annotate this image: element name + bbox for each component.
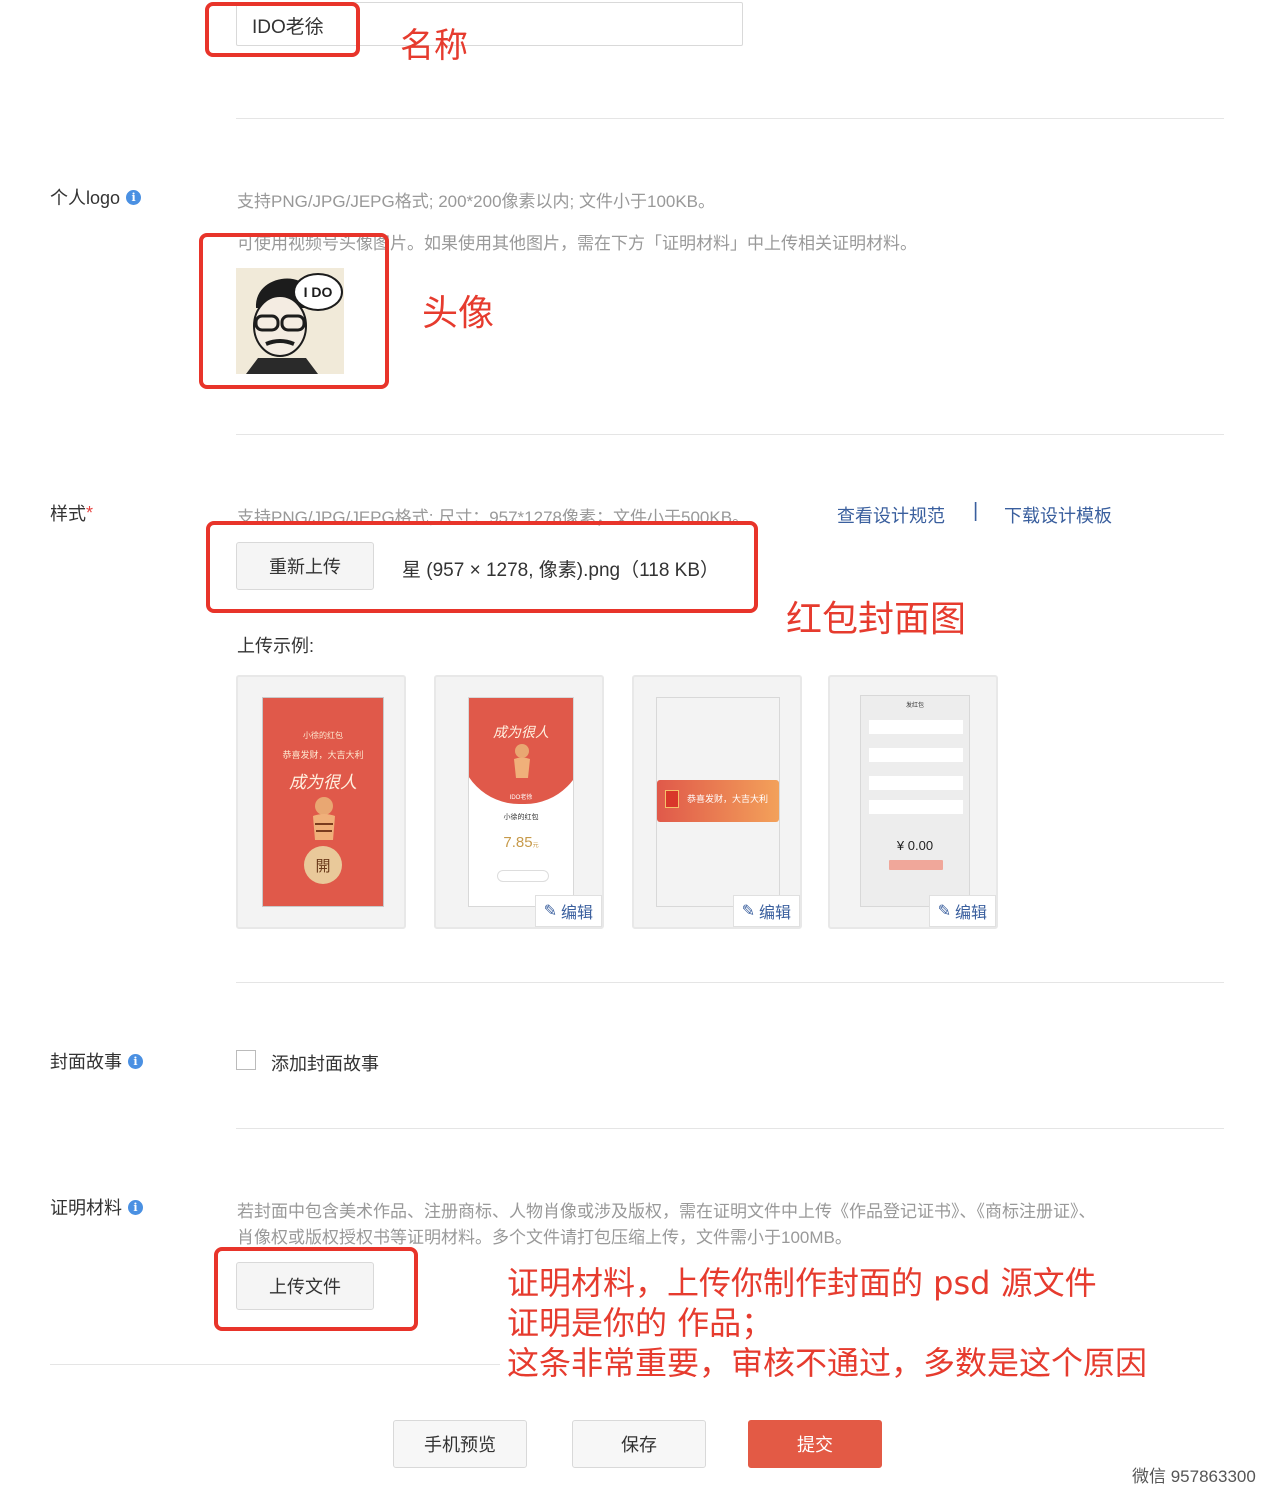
example-card-chat: 恭喜发财，大吉大利 ✎ 编辑 (632, 675, 802, 929)
phone-preview-button[interactable]: 手机预览 (393, 1420, 527, 1468)
pencil-icon: ✎ (937, 903, 951, 920)
example-detail-pill (497, 870, 549, 882)
example-detail-amount: 7.85元 (469, 834, 573, 852)
example-send-field-3 (869, 776, 963, 790)
name-annotation: 名称 (400, 26, 468, 66)
example-card-cover: 小徐的红包 恭喜发财，大吉大利 成为很人 開 (236, 675, 406, 929)
edit-button[interactable]: ✎ 编辑 (732, 895, 800, 927)
style-label: 样式 (50, 504, 86, 524)
style-row-label: 样式 * (50, 500, 93, 526)
example-detail-name: IDO老徐 (509, 795, 533, 801)
example-send-amount: ¥ 0.00 (896, 838, 934, 853)
divider-1 (236, 118, 1224, 119)
save-button[interactable]: 保存 (572, 1420, 706, 1468)
required-mark: * (86, 502, 94, 523)
proof-row-label: 证明材料 i (50, 1194, 143, 1220)
divider-5 (50, 1364, 500, 1365)
pencil-icon: ✎ (543, 903, 557, 920)
proof-hint-line-2: 肖像权或版权授权书等证明材料。多个文件请打包压缩上传，文件需小于100MB。 (237, 1228, 852, 1247)
logo-hint-format: 支持PNG/JPG/JEPG格式; 200*200像素以内; 文件小于100KB… (237, 192, 716, 211)
cover-highlight-box (206, 521, 758, 613)
logo-label: 个人logo (50, 188, 121, 208)
avatar-annotation: 头像 (422, 293, 495, 334)
divider-3 (236, 982, 1224, 983)
avatar-highlight-box (199, 233, 389, 389)
story-checkbox-label[interactable]: 添加封面故事 (271, 1050, 379, 1076)
watermark: 微信 957863300 (1132, 1467, 1256, 1486)
proof-annotation-line-3: 这条非常重要，审核不通过，多数是这个原因 (507, 1344, 1148, 1382)
edit-label: 编辑 (758, 905, 791, 922)
divider-2 (236, 434, 1224, 435)
info-icon[interactable]: i (126, 189, 142, 205)
tiger-illustration-small (514, 744, 530, 778)
tiger-illustration (313, 797, 335, 840)
example-label: 上传示例: (237, 636, 315, 656)
pencil-icon: ✎ (741, 903, 755, 920)
example-cover-title: 小徐的红包 (303, 731, 343, 740)
example-chat-wish: 恭喜发财，大吉大利 (687, 794, 769, 804)
example-send-field-4 (869, 800, 963, 814)
example-cover-wish: 恭喜发财，大吉大利 (282, 750, 364, 760)
example-chat-bubble: 恭喜发财，大吉大利 (657, 780, 779, 822)
example-chat-envelope-icon (665, 790, 679, 808)
proof-hint-line-1: 若封面中包含美术作品、注册商标、人物肖像或涉及版权，需在证明文件中上传《作品登记… (237, 1202, 1096, 1221)
link-separator: | (973, 500, 979, 522)
cover-annotation: 红包封面图 (786, 599, 967, 640)
story-checkbox[interactable] (236, 1050, 256, 1070)
example-detail-calligraphy: 成为很人 (493, 725, 549, 741)
example-send-phone: 发红包 ¥ 0.00 (860, 695, 970, 907)
example-chat-phone: 恭喜发财，大吉大利 (656, 697, 780, 907)
example-send-field-2 (869, 748, 963, 762)
example-cover-envelope: 小徐的红包 恭喜发财，大吉大利 成为很人 開 (262, 697, 384, 907)
example-send-button (889, 860, 943, 870)
open-char: 開 (315, 857, 331, 875)
story-label: 封面故事 (50, 1052, 122, 1072)
example-card-detail: 成为很人 IDO老徐 小徐的红包 7.85元 ✎ 编辑 (434, 675, 604, 929)
edit-label: 编辑 (954, 905, 987, 922)
info-icon[interactable]: i (128, 1053, 143, 1069)
example-detail-amount-unit: 元 (532, 843, 539, 849)
example-detail-amount-value: 7.85 (503, 834, 533, 851)
name-highlight-box (205, 2, 360, 57)
example-detail-sender: 小徐的红包 (503, 814, 539, 821)
edit-button[interactable]: ✎ 编辑 (928, 895, 996, 927)
example-cover-calligraphy: 成为很人 (289, 773, 357, 793)
example-send-header: 发红包 (905, 703, 924, 709)
open-button-circle: 開 (304, 846, 342, 884)
logo-row-label: 个人logo i (50, 184, 142, 210)
proof-highlight-box (214, 1247, 418, 1331)
edit-label: 编辑 (560, 905, 593, 922)
download-template-link[interactable]: 下载设计模板 (1004, 502, 1112, 528)
example-send-field-1 (869, 720, 963, 734)
submit-button[interactable]: 提交 (748, 1420, 882, 1468)
proof-label: 证明材料 (50, 1198, 122, 1218)
info-icon[interactable]: i (128, 1199, 143, 1215)
edit-button[interactable]: ✎ 编辑 (534, 895, 602, 927)
example-card-send: 发红包 ¥ 0.00 ✎ 编辑 (828, 675, 998, 929)
design-spec-link[interactable]: 查看设计规范 (837, 502, 945, 528)
divider-4 (236, 1128, 1224, 1129)
story-row-label: 封面故事 i (50, 1048, 143, 1074)
example-detail-phone: 成为很人 IDO老徐 小徐的红包 7.85元 (468, 697, 574, 907)
